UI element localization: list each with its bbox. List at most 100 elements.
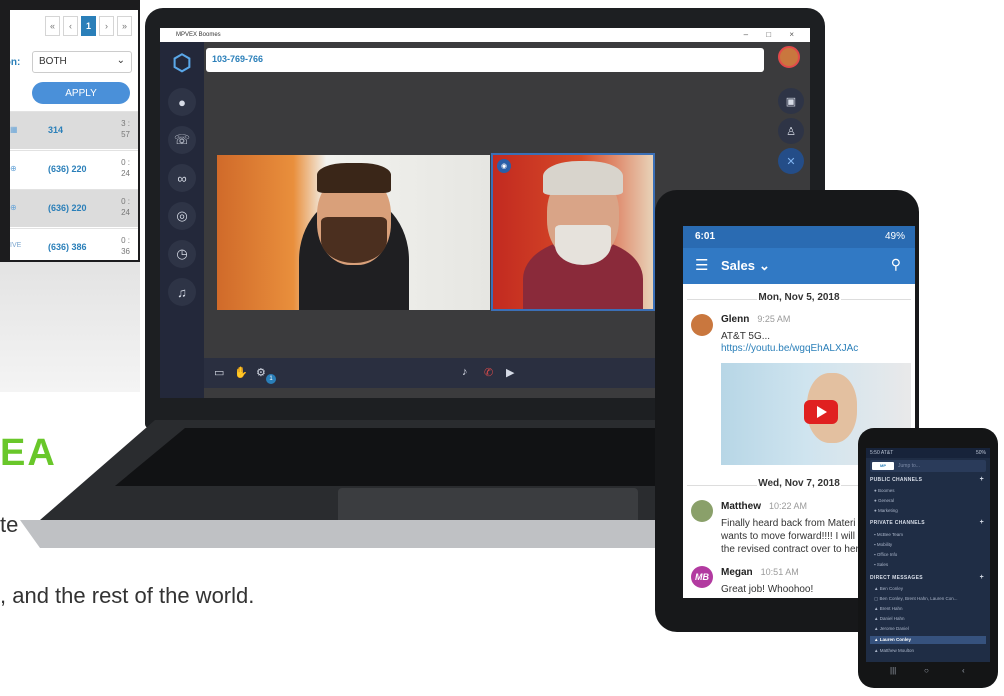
call-log-screen: « ‹ 1 › » ion: BOTH ⌄ APPLY ▦ 314 3 :57 … (10, 10, 138, 260)
channel-item[interactable]: ● Marketing (874, 508, 986, 513)
battery-level: 50% (975, 450, 986, 456)
call-direction-icon: ⊕ (10, 164, 17, 173)
chat-icon[interactable]: ● (168, 88, 196, 116)
dm-item[interactable]: ▲ Brent Hahn (874, 606, 986, 611)
channel-name[interactable]: Sales (721, 258, 755, 273)
section-direct-messages: DIRECT MESSAGES + (870, 574, 984, 581)
chevron-down-icon[interactable]: ⌄ (759, 258, 770, 274)
history-icon[interactable]: ◷ (168, 240, 196, 268)
avatar[interactable]: MB (691, 566, 713, 588)
end-call-icon[interactable]: ✆ (484, 366, 493, 379)
settings-icon[interactable]: ⚙ (256, 366, 266, 379)
page-last-button[interactable]: » (117, 16, 132, 36)
dm-item[interactable]: ▲ Daniel Hahn (874, 616, 986, 621)
section-private-channels: PRIVATE CHANNELS + (870, 519, 984, 526)
message-text: the revised contract over to her (721, 544, 859, 555)
channel-item[interactable]: ▪ Sales (874, 562, 986, 567)
call-number[interactable]: (636) 220 (48, 203, 87, 213)
apply-button[interactable]: APPLY (32, 82, 130, 104)
status-bar: 5:50 AT&T 50% (866, 448, 990, 458)
call-duration: 0 :24 (121, 197, 130, 217)
voicemail-icon[interactable]: ∞ (168, 164, 196, 192)
search-placeholder: Jump to... (898, 463, 920, 469)
dm-item[interactable]: ▲ Jerome Daniel (874, 626, 986, 631)
channel-item[interactable]: ▪ Office Info (874, 552, 986, 557)
channel-item[interactable]: ▪ Mobility (874, 542, 986, 547)
direction-value: BOTH (39, 56, 67, 67)
screen-share-icon[interactable]: ▭ (214, 366, 224, 379)
avatar[interactable] (691, 500, 713, 522)
microphone-icon[interactable]: ♪ (462, 366, 468, 378)
participant-hair (317, 163, 391, 193)
hamburger-icon[interactable]: ☰ (695, 256, 708, 274)
channel-item[interactable]: ● General (874, 498, 986, 503)
play-icon[interactable] (804, 400, 838, 424)
window-controls[interactable]: – □ × (744, 30, 802, 39)
close-icon[interactable]: ✕ (778, 148, 804, 174)
dm-item[interactable]: ▲ Ben Conley (874, 586, 986, 591)
pagination: « ‹ 1 › » (45, 16, 132, 36)
window-titlebar: MPVEX Boomes – □ × (160, 28, 810, 42)
channel-header: ☰ Sales ⌄ ⚲ (683, 248, 915, 284)
page-first-button[interactable]: « (45, 16, 60, 36)
person-icon[interactable]: ♙ (778, 118, 804, 144)
camera-icon[interactable]: ▶ (506, 366, 514, 379)
phone-icon[interactable]: ☏ (168, 126, 196, 154)
right-tool-rail: ▣ ♙ ✕ (770, 76, 810, 176)
message-author: Matthew 10:22 AM (721, 501, 808, 512)
add-icon: + (979, 574, 984, 581)
headset-icon[interactable]: ◎ (168, 202, 196, 230)
raise-hand-icon[interactable]: ✋ (234, 366, 248, 379)
channel-item[interactable]: ● Boomes (874, 488, 986, 493)
dm-item[interactable]: ▲ Matthew Moulton (874, 648, 986, 653)
direction-label: ion: (10, 57, 21, 68)
brand-wordmark: EA (0, 432, 57, 474)
marketing-composite: « ‹ 1 › » ion: BOTH ⌄ APPLY ▦ 314 3 :57 … (0, 0, 1004, 696)
call-number-title: 103-769-766 (212, 54, 264, 64)
search-icon[interactable]: ⚲ (891, 256, 901, 273)
home-icon[interactable]: ○ (924, 666, 929, 675)
participant-beard (555, 225, 611, 265)
contacts-icon[interactable]: ▣ (778, 88, 804, 114)
message-text: Great job! Whoohoo! (721, 584, 814, 595)
call-log-row[interactable]: IVE (636) 386 0 :36 (10, 228, 138, 260)
recents-icon[interactable]: ||| (890, 666, 896, 675)
monitor-base (0, 262, 140, 392)
avatar[interactable] (691, 314, 713, 336)
message-author: Glenn 9:25 AM (721, 314, 791, 325)
status-time: 5:50 AT&T (870, 450, 894, 456)
call-number[interactable]: (636) 386 (48, 242, 87, 252)
call-status: IVE (10, 242, 22, 249)
left-nav-rail: ⬡ ● ☏ ∞ ◎ ◷ ♫ (160, 42, 204, 398)
back-icon[interactable]: ‹ (962, 666, 965, 675)
section-public-channels: PUBLIC CHANNELS + (870, 476, 984, 483)
page-1-button[interactable]: 1 (81, 16, 96, 36)
call-duration: 0 :24 (121, 158, 130, 178)
search-input[interactable]: MP Jump to... (870, 460, 986, 472)
dm-item-selected[interactable]: ▲ Lauren Conley (870, 636, 986, 644)
notification-badge: 1 (266, 374, 276, 384)
page-prev-button[interactable]: ‹ (63, 16, 78, 36)
speaking-icon: ◉ (497, 159, 511, 173)
direction-select[interactable]: BOTH ⌄ (32, 51, 132, 73)
call-log-row[interactable]: ⊕ (636) 220 0 :24 (10, 189, 138, 227)
date-separator: Mon, Nov 5, 2018 (683, 292, 915, 306)
participant-hair (543, 161, 623, 195)
window-title: MPVEX Boomes (176, 32, 221, 38)
avatar[interactable] (778, 46, 800, 68)
call-log-row[interactable]: ⊕ (636) 220 0 :24 (10, 150, 138, 188)
participant-beard (321, 217, 387, 263)
calendar-icon: ▦ (10, 125, 18, 134)
app-logo-icon: ⬡ (172, 50, 192, 75)
microphone-icon[interactable]: ♫ (168, 278, 196, 306)
channel-list-app: 5:50 AT&T 50% MP Jump to... PUBLIC CHANN… (866, 448, 990, 662)
channel-item[interactable]: ▪ McBee Team (874, 532, 986, 537)
dm-item[interactable]: ▢ Ben Conley, Brent Hahn, Lauren Con... (874, 596, 986, 602)
call-log-row[interactable]: ▦ 314 3 :57 (10, 111, 138, 149)
video-tile-participant-2: ◉ (491, 153, 655, 311)
call-number[interactable]: 314 (48, 125, 63, 135)
message-link[interactable]: https://youtu.be/wgqEhALXJAc (721, 343, 858, 354)
page-next-button[interactable]: › (99, 16, 114, 36)
call-number[interactable]: (636) 220 (48, 164, 87, 174)
battery-level: 49% (884, 231, 905, 242)
